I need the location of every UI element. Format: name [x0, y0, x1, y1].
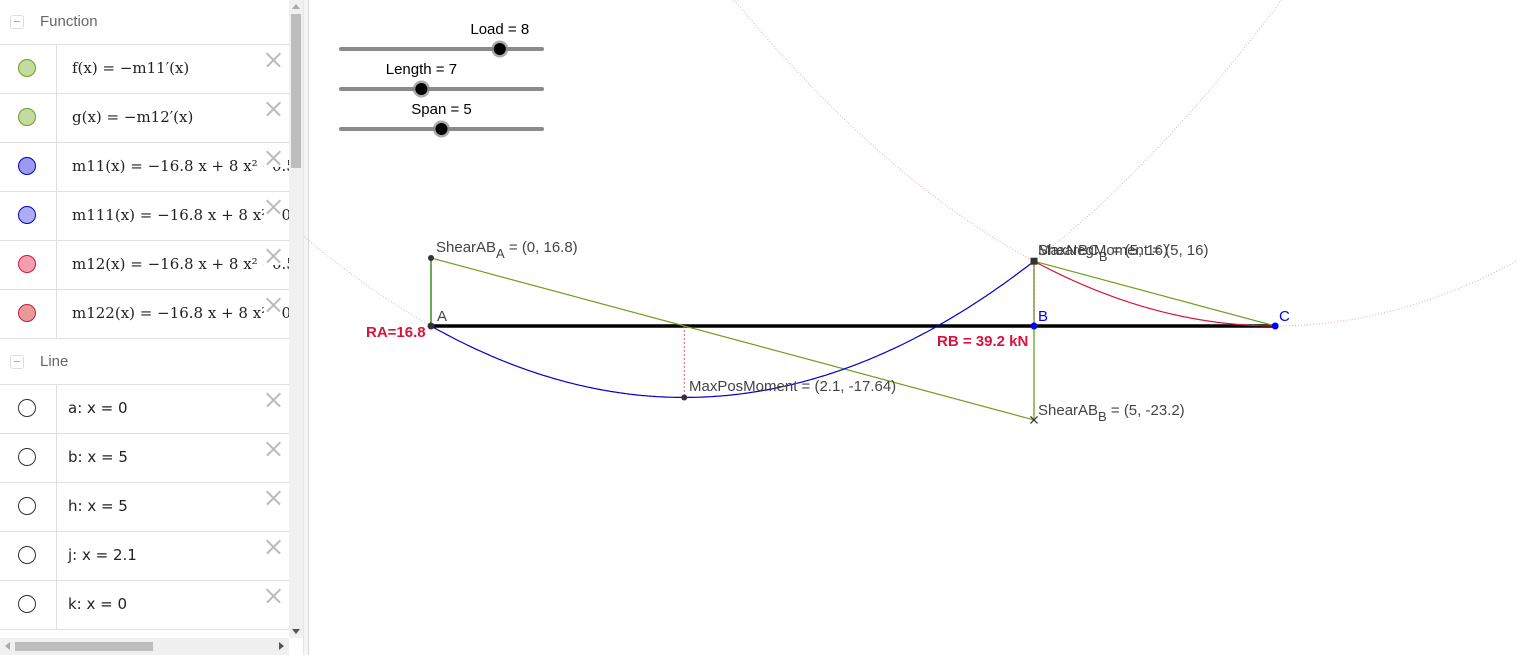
label-max-neg-moment: MaxNegMoment = (5, 16)	[1038, 242, 1209, 259]
shear-bc-line[interactable]	[1033, 260, 1276, 327]
point-b[interactable]	[1030, 322, 1038, 330]
reaction-ra-label: RA=16.8	[366, 324, 426, 341]
label-shear-ab-a: ShearABA = (0, 16.8)	[436, 239, 578, 261]
slider-knob-length[interactable]	[415, 83, 428, 95]
label-shear-ab-b: ShearABB = (5, -23.2)	[1038, 402, 1185, 424]
point-label-c: C	[1279, 308, 1290, 325]
moment-bc-extension	[733, 0, 1517, 327]
point-label-b: B	[1038, 308, 1048, 325]
graphics-view[interactable]: Load = 8 Length = 7 Span = 5 ShearABA = (0…	[304, 0, 1518, 655]
moment-ab-curve[interactable]	[430, 260, 1035, 398]
slider-label-load: Load = 8	[470, 21, 529, 38]
point-a[interactable]	[427, 322, 435, 330]
label-max-pos-moment: MaxPosMoment = (2.1, -17.64)	[689, 378, 896, 395]
point-max-neg-moment[interactable]	[1030, 257, 1038, 265]
slider-knob-span[interactable]	[435, 123, 448, 135]
reaction-rb-label: RB = 39.2 kN	[937, 333, 1028, 350]
point-max-pos-moment[interactable]	[681, 394, 688, 401]
slider-label-length: Length = 7	[386, 61, 457, 78]
point-c[interactable]	[1271, 322, 1279, 330]
point-shear-ab-a[interactable]	[428, 254, 434, 261]
slider-label-span: Span = 5	[411, 101, 471, 118]
point-label-a: A	[437, 308, 447, 325]
graphics-canvas[interactable]: Load = 8 Length = 7 Span = 5 ShearABA = (0…	[0, 0, 1518, 655]
slider-knob-load[interactable]	[493, 43, 506, 55]
